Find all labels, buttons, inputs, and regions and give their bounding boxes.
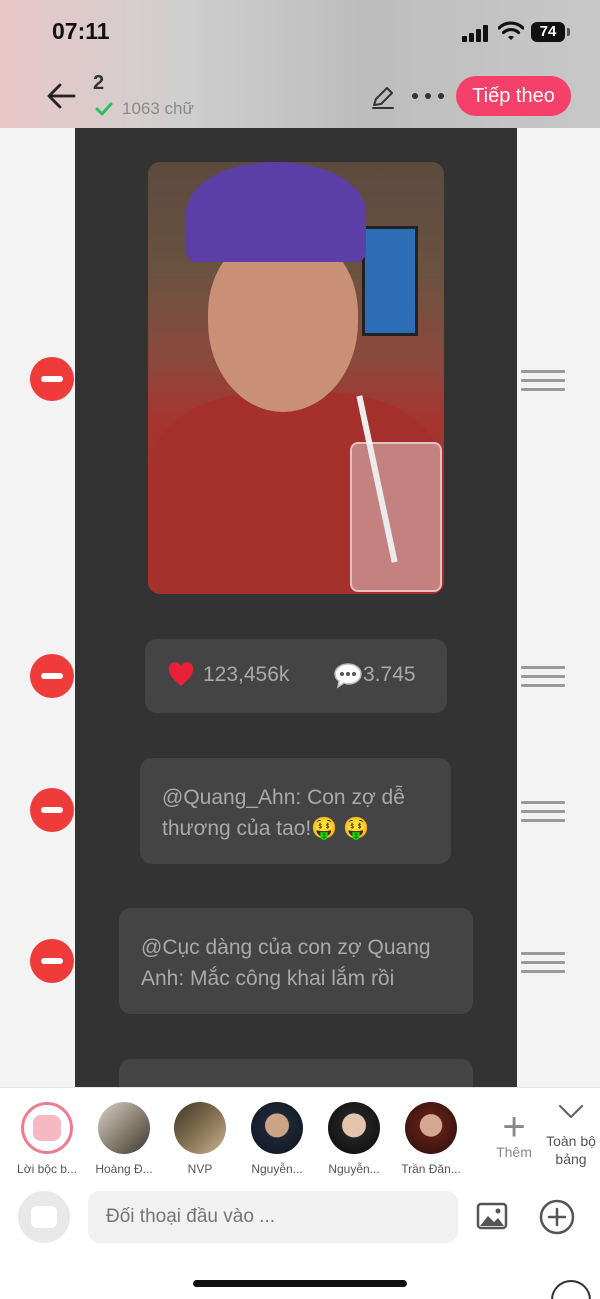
back-arrow-icon[interactable]	[46, 82, 76, 110]
dialogue-input[interactable]	[88, 1191, 458, 1243]
character-list: Lời bộc b... Hoàng Đ... NVP Nguyễn... Ng…	[0, 1102, 600, 1182]
character-item[interactable]: NVP	[161, 1102, 239, 1176]
bottom-panel: Lời bộc b... Hoàng Đ... NVP Nguyễn... Ng…	[0, 1087, 600, 1299]
image-cap	[186, 162, 366, 262]
show-all-button[interactable]: Toàn bộ bảng	[540, 1104, 600, 1168]
character-name: Nguyễn...	[251, 1162, 303, 1176]
add-label: Thêm	[496, 1144, 532, 1160]
character-name: Lời bộc b...	[17, 1162, 77, 1176]
more-icon[interactable]	[410, 86, 446, 106]
drag-handle-icon[interactable]	[521, 370, 565, 392]
home-indicator	[193, 1280, 407, 1287]
input-row	[0, 1188, 600, 1248]
pencil-icon[interactable]	[370, 84, 396, 110]
top-bar: 07:11 74 2 1063 chữ Tiếp theo	[0, 0, 600, 128]
character-item[interactable]: Trần Đăn...	[392, 1102, 470, 1176]
drag-handle-icon[interactable]	[521, 952, 565, 974]
drag-handle-icon[interactable]	[521, 801, 565, 823]
character-name: NVP	[187, 1162, 213, 1176]
character-item[interactable]: Hoàng Đ...	[85, 1102, 163, 1176]
chevron-down-icon	[558, 1104, 584, 1119]
character-name: Trần Đăn...	[401, 1162, 461, 1176]
comment-block[interactable]: @Quang_Ahn: Con zợ dễ thương của tao!🤑 🤑	[140, 758, 451, 864]
signal-icon	[462, 24, 490, 42]
check-icon	[95, 102, 113, 116]
delete-block-button[interactable]	[30, 654, 74, 698]
next-button[interactable]: Tiếp theo	[456, 76, 571, 116]
narrator-avatar	[21, 1102, 73, 1154]
speech-bubble-icon	[334, 663, 362, 689]
likes-count: 123,456k	[203, 663, 290, 686]
battery-indicator: 74	[531, 22, 570, 42]
character-narrator[interactable]: Lời bộc b...	[8, 1102, 86, 1176]
avatar	[251, 1102, 303, 1154]
comment-text: @Quang_Ahn: Con zợ dễ thương của tao!🤑 🤑	[162, 786, 405, 840]
delete-block-button[interactable]	[30, 788, 74, 832]
screen: { "status_bar": {"time": "07:11", "batte…	[0, 0, 600, 1299]
chat-icon[interactable]	[18, 1191, 70, 1243]
image-glass	[350, 442, 442, 592]
comment-text: @Cục dàng của con zợ Quang Anh: Mắc công…	[141, 936, 431, 990]
scroll-up-button[interactable]	[551, 1280, 591, 1299]
wifi-icon	[498, 21, 524, 40]
drag-handle-icon[interactable]	[521, 666, 565, 688]
avatar	[328, 1102, 380, 1154]
add-character-button[interactable]: + Thêm	[486, 1105, 542, 1160]
image-tv	[362, 226, 418, 336]
delete-block-button[interactable]	[30, 939, 74, 983]
image-icon[interactable]	[476, 1202, 508, 1230]
plus-icon: +	[502, 1105, 526, 1149]
stats-card[interactable]: 123,456k 3.745	[145, 639, 447, 713]
comment-block[interactable]: @Cục dàng của con zợ Quang Anh: Mắc công…	[119, 908, 473, 1014]
word-count: 1063 chữ	[122, 99, 194, 118]
post-image[interactable]	[148, 162, 444, 594]
character-item[interactable]: Nguyễn...	[238, 1102, 316, 1176]
character-item[interactable]: Nguyễn...	[315, 1102, 393, 1176]
add-circle-icon[interactable]	[538, 1198, 576, 1236]
show-all-label: Toàn bộ bảng	[546, 1133, 596, 1167]
character-name: Nguyễn...	[328, 1162, 380, 1176]
avatar	[405, 1102, 457, 1154]
avatar	[98, 1102, 150, 1154]
status-time: 07:11	[52, 18, 110, 44]
avatar	[174, 1102, 226, 1154]
status-bar: 07:11 74	[0, 0, 600, 62]
delete-block-button[interactable]	[30, 357, 74, 401]
heart-icon	[168, 662, 194, 686]
comments-count: 3.745	[363, 663, 416, 686]
chapter-number: 2	[93, 72, 105, 94]
character-name: Hoàng Đ...	[95, 1162, 153, 1176]
